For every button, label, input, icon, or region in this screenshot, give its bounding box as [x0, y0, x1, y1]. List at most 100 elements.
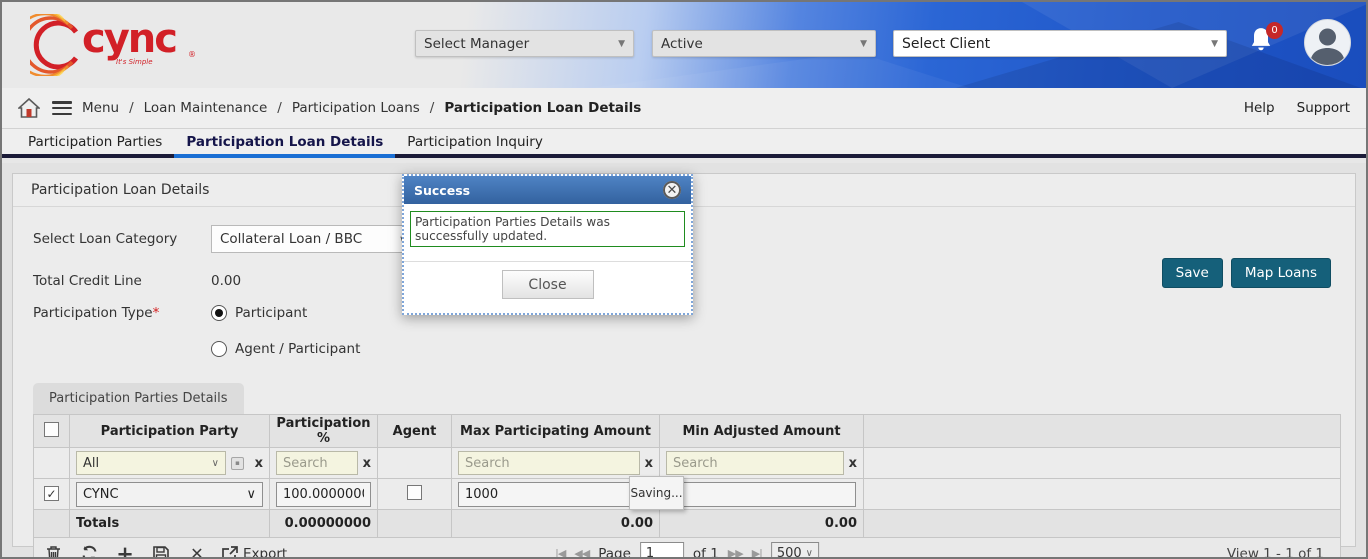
column-participation-pct: Participation %	[270, 415, 378, 448]
tab-label: Participation Loan Details	[186, 134, 383, 150]
clear-pct-search-button[interactable]: x	[363, 456, 371, 471]
total-credit-line-label: Total Credit Line	[33, 273, 211, 289]
max-amount-search-input[interactable]	[458, 451, 640, 475]
status-dropdown-value: Active	[661, 36, 703, 52]
saving-tooltip: Saving...	[629, 476, 684, 510]
page-size-dropdown[interactable]: 500 ∨	[771, 542, 819, 559]
party-filter-dropdown[interactable]: All ∨	[76, 451, 226, 475]
totals-min-amount: 0.00	[660, 510, 864, 538]
export-button[interactable]: Export	[222, 546, 287, 559]
help-link[interactable]: Help	[1244, 100, 1275, 116]
radio-participant-option[interactable]: Participant	[211, 305, 307, 321]
row-checkbox-checked[interactable]: ✓	[44, 486, 59, 501]
success-message: Participation Parties Details was succes…	[410, 211, 685, 247]
clear-min-search-button[interactable]: x	[849, 456, 857, 471]
radio-unselected-icon[interactable]	[211, 341, 227, 357]
save-button[interactable]: Save	[1162, 258, 1223, 288]
radio-agent-participant-label: Agent / Participant	[235, 341, 360, 357]
select-all-checkbox[interactable]	[44, 422, 59, 437]
participation-type-label-text: Participation Type	[33, 305, 153, 321]
tab-strip: Participation Parties Participation Loan…	[2, 129, 1366, 158]
radio-selected-icon[interactable]	[211, 305, 227, 321]
column-filler	[864, 415, 1341, 448]
participation-pct-search-input[interactable]	[276, 451, 358, 475]
breadcrumb-separator: /	[277, 100, 282, 116]
user-avatar[interactable]	[1304, 19, 1351, 66]
refresh-icon	[81, 545, 98, 559]
refresh-button[interactable]	[80, 545, 98, 559]
column-participation-party: Participation Party	[70, 415, 270, 448]
table-header-row: Participation Party Participation % Agen…	[34, 415, 1341, 448]
radio-agent-participant-option[interactable]: Agent / Participant	[211, 341, 1355, 357]
table-row: ✓ CYNC ∨	[34, 479, 1341, 510]
breadcrumb-menu[interactable]: Menu	[82, 100, 119, 116]
filter-options-button[interactable]: ▪	[231, 457, 244, 470]
chevron-down-icon: ∨	[246, 487, 256, 502]
breadcrumb-current-page: Participation Loan Details	[444, 100, 641, 116]
required-marker: *	[153, 305, 160, 321]
home-icon[interactable]	[18, 98, 40, 118]
party-row-value: CYNC	[83, 487, 119, 502]
select-client-dropdown[interactable]: Select Client ▼	[893, 30, 1227, 57]
select-manager-dropdown[interactable]: Select Manager ▼	[415, 30, 634, 57]
agent-checkbox[interactable]	[407, 485, 422, 500]
min-amount-search-input[interactable]	[666, 451, 844, 475]
add-row-button[interactable]: +	[116, 545, 134, 559]
chevron-down-icon: ▼	[860, 39, 867, 49]
breadcrumb-loan-maintenance[interactable]: Loan Maintenance	[144, 100, 268, 116]
participation-type-label: Participation Type*	[33, 305, 211, 321]
clear-party-filter-button[interactable]: x	[255, 456, 263, 471]
column-max-participating-amount: Max Participating Amount	[452, 415, 660, 448]
trash-icon	[46, 545, 61, 559]
page-count-label: of 1	[693, 546, 719, 559]
loan-category-label: Select Loan Category	[33, 231, 211, 247]
floppy-save-icon	[153, 546, 169, 559]
save-grid-button[interactable]	[152, 545, 170, 559]
loan-category-dropdown[interactable]: Collateral Loan / BBC ∨	[211, 225, 416, 253]
max-amount-input[interactable]	[458, 482, 648, 507]
totals-row: Totals 0.00000000 0.00 0.00	[34, 510, 1341, 538]
map-loans-button[interactable]: Map Loans	[1231, 258, 1331, 288]
menu-icon[interactable]	[52, 101, 72, 115]
column-agent: Agent	[378, 415, 452, 448]
notification-badge[interactable]: 0	[1266, 22, 1283, 39]
first-page-button[interactable]: |◀	[555, 547, 565, 559]
support-link[interactable]: Support	[1297, 100, 1350, 116]
view-range-info: View 1 - 1 of 1	[1227, 546, 1330, 559]
tab-participation-inquiry[interactable]: Participation Inquiry	[395, 129, 555, 154]
breadcrumb-separator: /	[129, 100, 134, 116]
person-icon	[1305, 20, 1350, 65]
delete-row-button[interactable]	[44, 545, 62, 559]
cync-logo: cync ® It's Simple	[30, 14, 190, 76]
notification-bell[interactable]: 0	[1248, 26, 1284, 66]
status-dropdown[interactable]: Active ▼	[652, 30, 876, 57]
next-page-button[interactable]: ▶▶	[728, 547, 743, 559]
grid-tab-label: Participation Parties Details	[49, 391, 228, 406]
logo-swirl-icon	[30, 14, 90, 76]
tab-participation-loan-details[interactable]: Participation Loan Details	[174, 129, 395, 154]
participation-pct-input[interactable]	[276, 482, 371, 507]
clear-max-search-button[interactable]: x	[645, 456, 653, 471]
participation-parties-table: Participation Party Participation % Agen…	[33, 414, 1341, 538]
app-window: cync ® It's Simple Select Manager ▼ Acti…	[0, 0, 1368, 559]
min-amount-input[interactable]	[666, 482, 856, 507]
grid-footer: + ✕ Expo	[33, 538, 1341, 559]
select-client-value: Select Client	[902, 36, 990, 52]
export-label: Export	[243, 546, 287, 559]
participation-parties-details-tab[interactable]: Participation Parties Details	[33, 383, 244, 414]
page-number-input[interactable]	[640, 542, 684, 559]
breadcrumb-participation-loans[interactable]: Participation Loans	[292, 100, 420, 116]
modal-close-button[interactable]: Close	[502, 270, 594, 299]
last-page-button[interactable]: ▶|	[752, 547, 762, 559]
totals-max-amount: 0.00	[452, 510, 660, 538]
close-icon[interactable]: ✕	[663, 181, 681, 199]
loan-category-value: Collateral Loan / BBC	[220, 231, 362, 247]
tab-participation-parties[interactable]: Participation Parties	[16, 129, 174, 154]
party-row-dropdown[interactable]: CYNC ∨	[76, 482, 263, 507]
logo-registered-mark: ®	[188, 50, 196, 59]
prev-page-button[interactable]: ◀◀	[574, 547, 589, 559]
cancel-edit-button[interactable]: ✕	[188, 545, 206, 559]
export-icon	[222, 546, 238, 559]
panel-title-text: Participation Loan Details	[31, 182, 209, 198]
party-filter-value: All	[83, 456, 99, 471]
